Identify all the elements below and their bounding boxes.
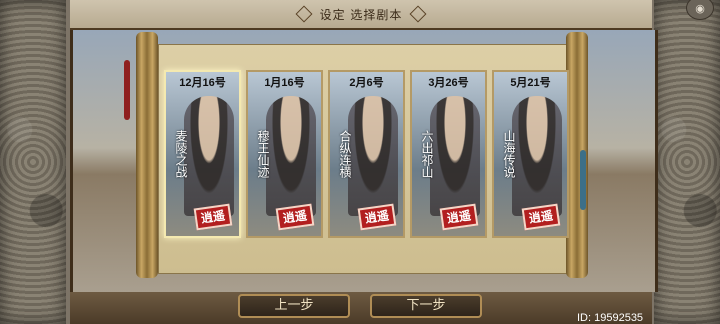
header-ornament-left — [295, 5, 313, 23]
card-name: 麦陵之战 — [174, 130, 188, 178]
bottom-bar — [70, 292, 652, 324]
scenario-card[interactable]: 1月16号 穆王仙迹 逍遥 — [246, 70, 323, 238]
scroll-roller-left — [136, 32, 158, 278]
character-portrait — [184, 96, 234, 216]
card-date: 5月21号 — [510, 77, 551, 89]
card-date: 12月16号 — [179, 77, 226, 89]
card-badge: 逍遥 — [521, 203, 561, 231]
prev-step-button[interactable]: 上一步 — [238, 294, 350, 318]
card-badge: 逍遥 — [357, 203, 397, 231]
card-date: 2月6号 — [349, 77, 384, 89]
card-date: 1月16号 — [264, 77, 305, 89]
card-name: 六出祁山 — [420, 130, 434, 178]
next-step-button[interactable]: 下一步 — [370, 294, 482, 318]
character-portrait — [348, 96, 398, 216]
card-name: 穆王仙迹 — [256, 130, 270, 178]
right-dragon-panel — [654, 0, 720, 324]
character-portrait — [430, 96, 480, 216]
card-badge: 逍遥 — [439, 203, 479, 231]
card-name: 合纵连横 — [338, 130, 352, 178]
character-portrait — [512, 96, 562, 216]
scenario-card[interactable]: 12月16号 麦陵之战 逍遥 — [164, 70, 241, 238]
card-badge: 逍遥 — [275, 203, 315, 231]
scenario-card-list: 12月16号 麦陵之战 逍遥 1月16号 穆王仙迹 逍遥 2月6号 合纵连横 逍… — [164, 70, 569, 240]
page-title: 设定 选择剧本 — [319, 7, 403, 22]
card-name: 山海传说 — [502, 130, 516, 178]
character-portrait — [266, 96, 316, 216]
scroll-tassel-left — [124, 60, 130, 120]
scenario-card[interactable]: 3月26号 六出祁山 逍遥 — [410, 70, 487, 238]
header-bar: 设定 选择剧本 — [70, 0, 652, 30]
left-dragon-panel — [0, 0, 66, 324]
user-id-label: ID: 19592535 — [577, 312, 644, 324]
scenario-card[interactable]: 5月21号 山海传说 逍遥 — [492, 70, 569, 238]
scenario-card[interactable]: 2月6号 合纵连横 逍遥 — [328, 70, 405, 238]
card-badge: 逍遥 — [193, 203, 233, 231]
card-date: 3月26号 — [428, 77, 469, 89]
scroll-tassel-right — [580, 150, 586, 210]
header-ornament-right — [409, 5, 427, 23]
